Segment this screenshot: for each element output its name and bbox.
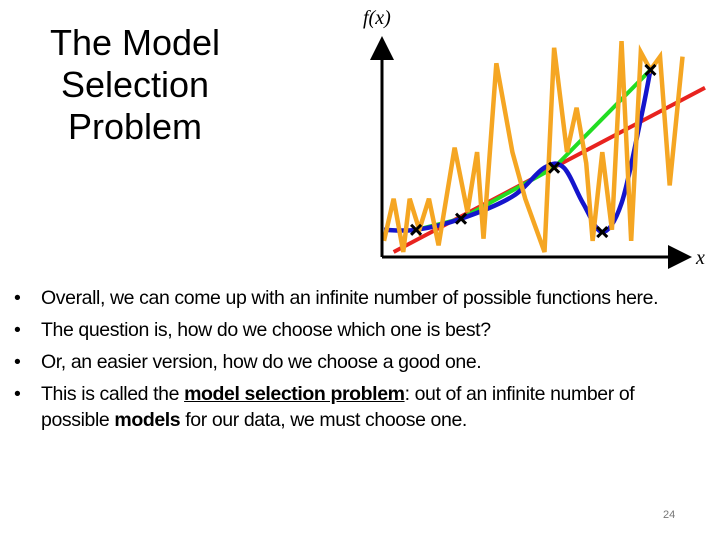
overfit-zigzag-line bbox=[381, 40, 685, 253]
title-line-2: Selection bbox=[60, 64, 210, 105]
title-line-3: Problem bbox=[67, 106, 203, 147]
bold-term: models bbox=[114, 409, 181, 431]
slide-title: The Model Selection Problem bbox=[20, 22, 250, 148]
bullet-item: • Or, an easier version, how do we choose… bbox=[10, 349, 700, 375]
bullet-dot-icon: • bbox=[14, 319, 21, 341]
x-axis-label: x bbox=[695, 247, 705, 269]
bullet-dot-icon: • bbox=[14, 287, 21, 309]
bullet-item: • The question is, how do we choose which… bbox=[10, 317, 700, 343]
bullet-dot-icon: • bbox=[14, 383, 21, 405]
series-layer bbox=[381, 40, 706, 254]
bullet-item: • This is called the model selection prob… bbox=[10, 381, 700, 433]
bullet-text: for our data, we must choose one. bbox=[180, 409, 467, 431]
bullet-text: The question is, how do we choose which … bbox=[41, 319, 491, 341]
bullet-text: This is called the bbox=[41, 383, 185, 405]
bullet-list: • Overall, we can come up with an infinit… bbox=[10, 285, 700, 439]
y-axis-label: f(x) bbox=[363, 7, 391, 29]
bullet-item: • Overall, we can come up with an infinit… bbox=[10, 285, 700, 311]
bullet-text: Or, an easier version, how do we choose … bbox=[41, 351, 482, 373]
bullet-dot-icon: • bbox=[14, 351, 21, 373]
key-term: model selection problem bbox=[184, 383, 405, 405]
model-fit-figure: f(x) x bbox=[363, 7, 706, 269]
bullet-text: Overall, we can come up with an infinite… bbox=[41, 287, 659, 309]
page-number: 24 bbox=[663, 509, 676, 521]
title-line-1: The Model bbox=[49, 22, 221, 63]
